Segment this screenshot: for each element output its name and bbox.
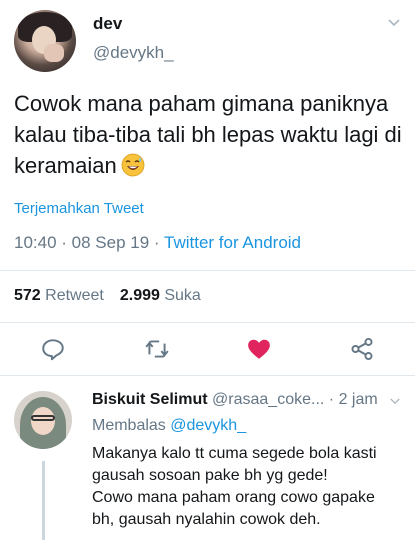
translate-tweet-link[interactable]: Terjemahkan Tweet [14,200,144,217]
reply-author-avatar[interactable] [14,391,72,449]
tweet-text: Cowok mana paham gimana paniknya kalau t… [14,88,404,181]
reply-text-line: bh, gausah nyalahin cowok deh. [92,511,321,528]
tweet-meta: 10:40 · 08 Sep 19 · Twitter for Android [14,233,301,253]
divider [0,322,415,323]
reply-tweet: Biskuit Selimut @rasaa_coke... · 2 jam M… [0,375,415,540]
retweet-stat[interactable]: 572 Retweet [14,287,104,304]
retweet-label: Retweet [45,287,104,304]
like-stat[interactable]: 2.999 Suka [120,287,201,304]
reply-icon[interactable] [40,336,66,362]
tweet-date: 08 Sep 19 [71,233,150,252]
reply-author-name[interactable]: Biskuit Selimut [92,391,208,408]
replying-label: Membalas [92,417,166,434]
meta-separator: · [61,233,72,252]
replying-to: Membalas @devykh_ [92,417,246,435]
replying-to-handle-link[interactable]: @devykh_ [170,417,246,434]
meta-separator: · [328,391,339,408]
chevron-down-icon[interactable] [389,397,401,406]
author-avatar[interactable] [14,10,76,72]
tweet-time: 10:40 [14,233,57,252]
retweet-count: 572 [14,287,41,304]
reply-age: 2 jam [338,391,378,408]
meta-separator: · [153,233,164,252]
tweet-stats: 572 Retweet 2.999 Suka [14,287,201,305]
chevron-down-icon[interactable] [387,18,401,28]
avatar-face-shape [31,407,55,435]
tweet-source-link[interactable]: Twitter for Android [164,233,301,252]
like-heart-icon[interactable] [246,336,272,362]
reply-text-line: gausah sosoan pake bh yg gede! [92,467,328,484]
tweet-actions-bar [0,330,415,370]
like-count: 2.999 [119,287,160,304]
thread-line [42,461,45,540]
reply-author-handle[interactable]: @rasaa_coke... [212,391,324,408]
tweet-text-body: Cowok mana paham gimana paniknya kalau t… [14,91,402,178]
reply-text: Makanya kalo tt cuma segede bola kasti g… [92,443,407,531]
divider [0,270,415,271]
reply-text-line: Cowo mana paham orang cowo gapake [92,489,375,506]
avatar-hand-shape [44,44,64,62]
avatar-glasses-shape [31,415,55,421]
author-handle[interactable]: @devykh_ [93,43,174,63]
reply-header: Biskuit Selimut @rasaa_coke... · 2 jam [92,391,378,409]
share-icon[interactable] [349,336,375,362]
like-label: Suka [164,287,201,304]
retweet-icon[interactable] [144,336,170,362]
reply-text-line: Makanya kalo tt cuma segede bola kasti [92,445,377,462]
laughing-sweat-emoji-icon [121,153,145,177]
main-tweet: dev @devykh_ Cowok mana paham gimana pan… [0,0,415,372]
author-name[interactable]: dev [93,14,122,34]
